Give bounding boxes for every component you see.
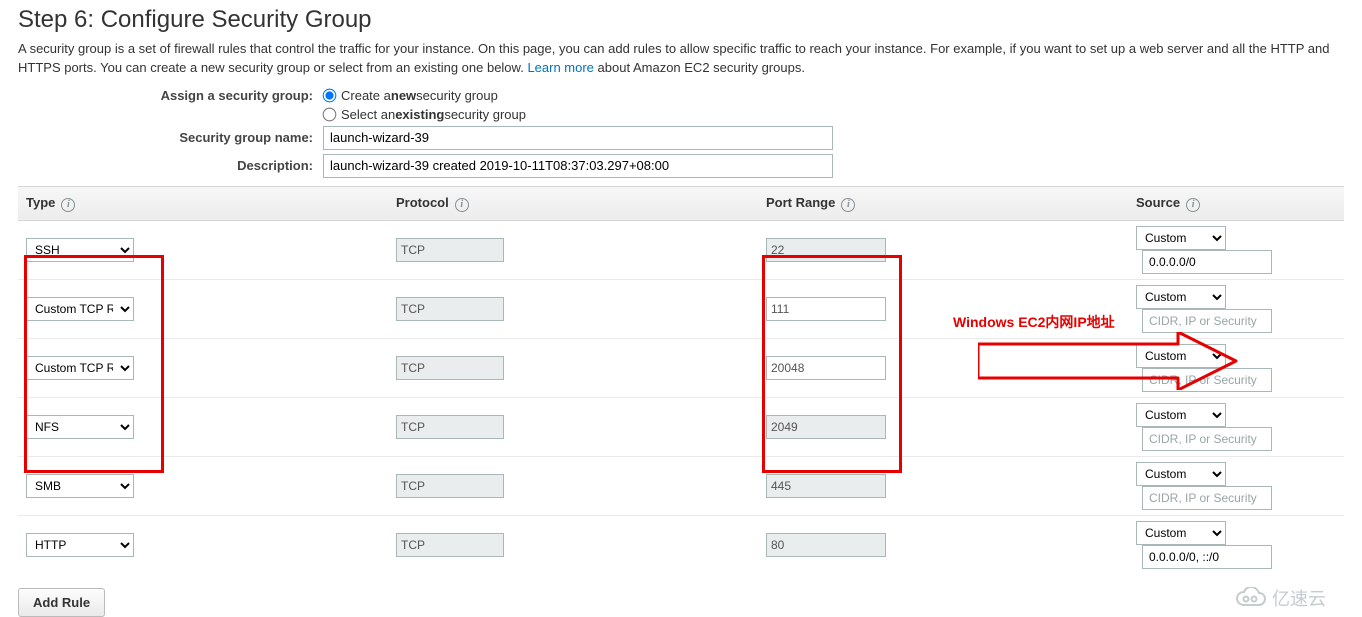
- cidr-input[interactable]: [1142, 427, 1272, 451]
- table-row: Custom TCP Rule Custom: [18, 279, 1344, 338]
- type-select[interactable]: Custom TCP Rule: [26, 356, 134, 380]
- table-row: SSH Custom: [18, 220, 1344, 279]
- create-new-bold: new: [391, 88, 416, 103]
- source-type-select[interactable]: Custom: [1136, 344, 1226, 368]
- th-type: Typei: [18, 186, 388, 220]
- sg-desc-input[interactable]: [323, 154, 833, 178]
- cidr-input[interactable]: [1142, 545, 1272, 569]
- page-container: Step 6: Configure Security Group A secur…: [18, 6, 1344, 617]
- sg-desc-label: Description:: [18, 158, 323, 173]
- table-row: Custom TCP Rule Custom: [18, 338, 1344, 397]
- sg-name-input[interactable]: [323, 126, 833, 150]
- th-protocol: Protocoli: [388, 186, 758, 220]
- th-source: Sourcei: [1128, 186, 1344, 220]
- protocol-input: [396, 415, 504, 439]
- protocol-input: [396, 356, 504, 380]
- desc-post: about Amazon EC2 security groups.: [594, 60, 805, 75]
- type-select[interactable]: NFS: [26, 415, 134, 439]
- page-title: Step 6: Configure Security Group: [18, 6, 1344, 34]
- type-select[interactable]: HTTP: [26, 533, 134, 557]
- protocol-input: [396, 533, 504, 557]
- cidr-input[interactable]: [1142, 486, 1272, 510]
- type-select[interactable]: SMB: [26, 474, 134, 498]
- table-header-row: Typei Protocoli Port Rangei Sourcei: [18, 186, 1344, 220]
- sg-name-label: Security group name:: [18, 130, 323, 145]
- protocol-input: [396, 474, 504, 498]
- create-new-pre: Create a: [341, 88, 391, 103]
- source-type-select[interactable]: Custom: [1136, 403, 1226, 427]
- select-existing-row: Select an existing security group: [18, 107, 1344, 122]
- select-existing-radio[interactable]: [323, 107, 337, 121]
- cidr-input[interactable]: [1142, 368, 1272, 392]
- assign-label: Assign a security group:: [18, 88, 323, 103]
- port-input[interactable]: [766, 356, 886, 380]
- info-icon[interactable]: i: [1186, 198, 1200, 212]
- assign-row: Assign a security group: Create a new se…: [18, 88, 1344, 103]
- port-input: [766, 533, 886, 557]
- table-row: HTTP Custom: [18, 515, 1344, 574]
- source-type-select[interactable]: Custom: [1136, 226, 1226, 250]
- cidr-input[interactable]: [1142, 250, 1272, 274]
- info-icon[interactable]: i: [841, 198, 855, 212]
- cloud-icon: [1234, 587, 1268, 609]
- cidr-input[interactable]: [1142, 309, 1272, 333]
- source-type-select[interactable]: Custom: [1136, 521, 1226, 545]
- port-input[interactable]: [766, 297, 886, 321]
- source-type-select[interactable]: Custom: [1136, 285, 1226, 309]
- select-existing-post: security group: [444, 107, 526, 122]
- add-rule-button[interactable]: Add Rule: [18, 588, 105, 617]
- port-input: [766, 415, 886, 439]
- watermark: 亿速云: [1234, 585, 1326, 611]
- port-input: [766, 238, 886, 262]
- table-row: NFS Custom: [18, 397, 1344, 456]
- info-icon[interactable]: i: [61, 198, 75, 212]
- select-existing-pre: Select an: [341, 107, 395, 122]
- type-select[interactable]: Custom TCP Rule: [26, 297, 134, 321]
- protocol-input: [396, 238, 504, 262]
- learn-more-link[interactable]: Learn more: [527, 60, 593, 75]
- port-input: [766, 474, 886, 498]
- page-description: A security group is a set of firewall ru…: [18, 40, 1344, 78]
- th-port-range: Port Rangei: [758, 186, 1128, 220]
- create-new-option[interactable]: Create a new security group: [323, 88, 498, 103]
- table-row: SMB Custom: [18, 456, 1344, 515]
- source-type-select[interactable]: Custom: [1136, 462, 1226, 486]
- create-new-radio[interactable]: [323, 88, 337, 102]
- info-icon[interactable]: i: [455, 198, 469, 212]
- rules-table: Typei Protocoli Port Rangei Sourcei SSH C…: [18, 186, 1344, 574]
- type-select[interactable]: SSH: [26, 238, 134, 262]
- watermark-text: 亿速云: [1272, 585, 1326, 611]
- annotation-text: Windows EC2内网IP地址: [953, 312, 1115, 332]
- select-existing-option[interactable]: Select an existing security group: [323, 107, 526, 122]
- create-new-post: security group: [416, 88, 498, 103]
- sg-desc-row: Description:: [18, 154, 1344, 178]
- protocol-input: [396, 297, 504, 321]
- select-existing-bold: existing: [395, 107, 444, 122]
- sg-name-row: Security group name:: [18, 126, 1344, 150]
